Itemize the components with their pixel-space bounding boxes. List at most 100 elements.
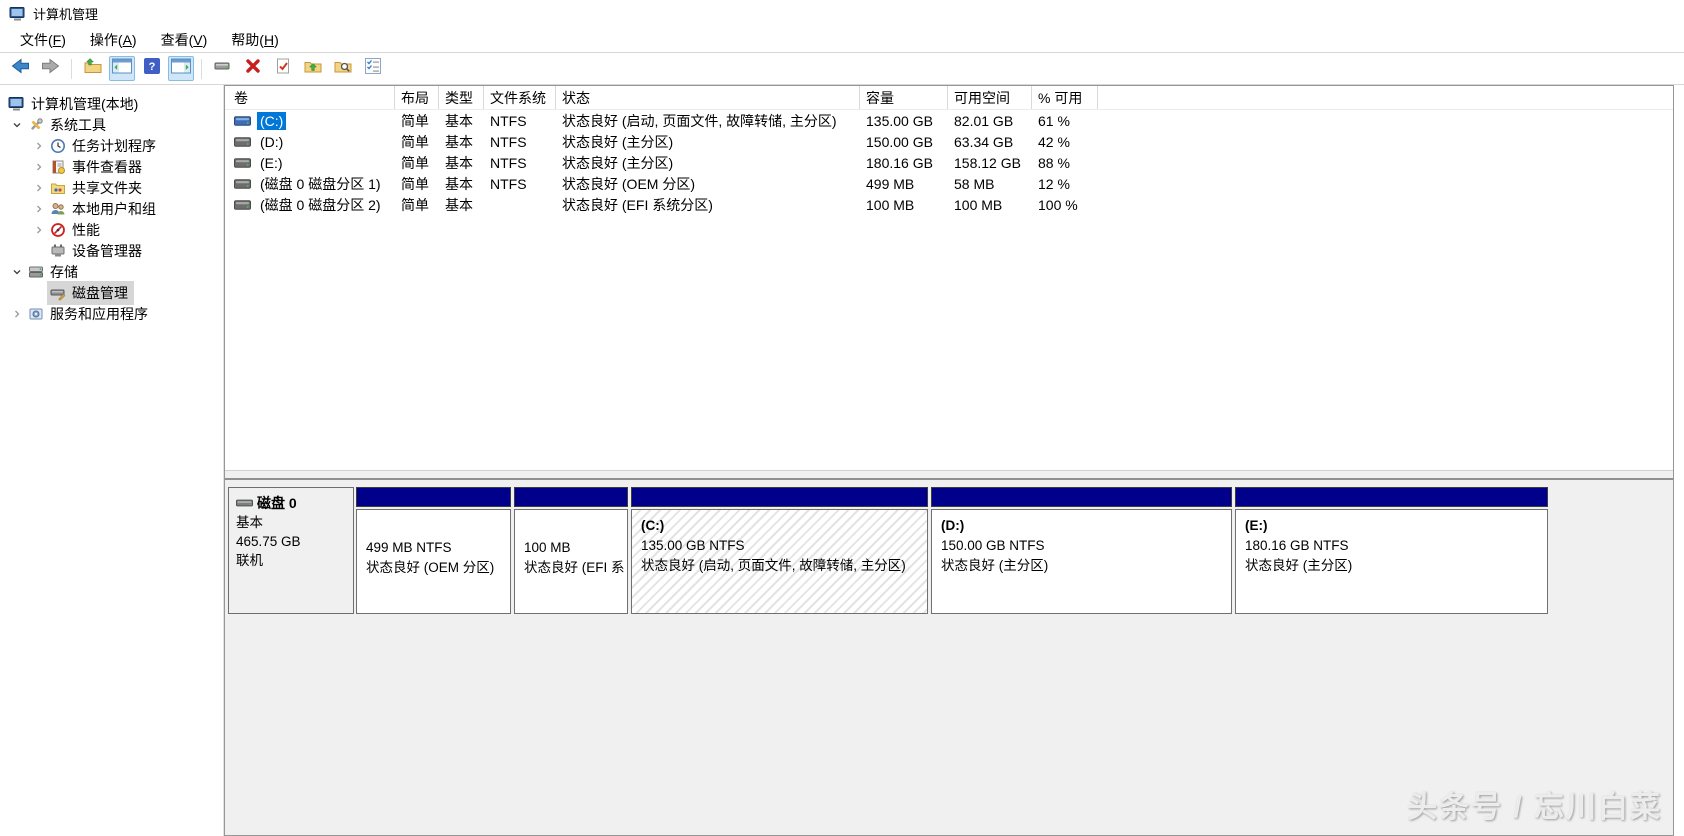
- column-header-type[interactable]: 类型: [439, 86, 484, 109]
- action-pane-toggle-button[interactable]: [168, 56, 194, 81]
- partition-size-line: 150.00 GB NTFS: [941, 538, 1045, 553]
- partition-block-d[interactable]: (D:) 150.00 GB NTFS 状态良好 (主分区): [931, 487, 1232, 614]
- sidebar-item-device-manager[interactable]: 设备管理器: [0, 240, 223, 261]
- disk-size: 465.75 GB: [236, 534, 301, 549]
- column-header-percent-free[interactable]: % 可用: [1032, 86, 1098, 109]
- pane-splitter[interactable]: [225, 470, 1673, 480]
- column-header-free-space[interactable]: 可用空间: [948, 86, 1032, 109]
- column-header-filler: [1098, 86, 1673, 109]
- check-document-button[interactable]: [269, 56, 296, 82]
- column-header-layout[interactable]: 布局: [395, 86, 439, 109]
- sidebar-item-local-users-groups[interactable]: 本地用户和组: [0, 198, 223, 219]
- sidebar-item-shared-folders[interactable]: 共享文件夹: [0, 177, 223, 198]
- partition-color-bar: [514, 487, 628, 507]
- volume-icon: [234, 197, 251, 213]
- chevron-down-icon[interactable]: [8, 117, 25, 133]
- sidebar-item-label: 设备管理器: [72, 242, 142, 259]
- delete-button[interactable]: [239, 56, 266, 82]
- performance-icon: [49, 222, 66, 238]
- volume-type: 基本: [445, 133, 473, 150]
- watermark: 头条号 / 忘川白菜: [1406, 791, 1662, 824]
- back-icon: [11, 58, 30, 79]
- sidebar-item-performance[interactable]: 性能: [0, 219, 223, 240]
- partition-status-line: 状态良好 (主分区): [941, 558, 1049, 573]
- device-manager-icon: [49, 243, 66, 259]
- toolbar-separator: [71, 58, 72, 79]
- volume-capacity: 499 MB: [866, 175, 915, 192]
- sidebar-item-computer-management[interactable]: 计算机管理(本地): [0, 93, 223, 114]
- volume-layout: 简单: [401, 112, 429, 129]
- disk-0-panel[interactable]: 磁盘 0 基本 465.75 GB 联机: [228, 487, 354, 614]
- toolbar: ?: [0, 53, 1684, 85]
- chevron-right-icon[interactable]: [30, 159, 47, 175]
- sidebar-item-label: 计算机管理(本地): [31, 95, 139, 112]
- column-header-capacity[interactable]: 容量: [860, 86, 948, 109]
- sidebar-item-storage[interactable]: 存储: [0, 261, 223, 282]
- task-scheduler-icon: [49, 138, 66, 154]
- column-header-status[interactable]: 状态: [556, 86, 860, 109]
- volume-free-space: 82.01 GB: [954, 112, 1014, 129]
- help-button[interactable]: ?: [138, 56, 165, 82]
- menu-action[interactable]: 操作(A): [78, 28, 149, 52]
- services-icon: [27, 306, 44, 322]
- volume-free-space: 100 MB: [954, 196, 1003, 213]
- volume-percent-free: 88 %: [1038, 154, 1070, 171]
- checklist-icon: [364, 58, 381, 79]
- volume-free-space: 63.34 GB: [954, 133, 1014, 150]
- disk-status: 联机: [236, 553, 263, 568]
- partition-block-oem[interactable]: 499 MB NTFS 状态良好 (OEM 分区): [356, 487, 511, 614]
- console-tree-toggle-button[interactable]: [109, 56, 135, 81]
- system-tools-icon: [27, 117, 44, 133]
- volume-row-d[interactable]: (D:) 简单 基本 NTFS 状态良好 (主分区) 150.00 GB 63.…: [225, 131, 1673, 152]
- menu-help[interactable]: 帮助(H): [219, 28, 290, 52]
- forward-button[interactable]: [37, 56, 64, 82]
- chevron-right-icon[interactable]: [30, 180, 47, 196]
- partition-status-line: 状态良好 (OEM 分区): [366, 560, 495, 575]
- chevron-right-icon[interactable]: [8, 306, 25, 322]
- volume-row-partition-1[interactable]: (磁盘 0 磁盘分区 1) 简单 基本 NTFS 状态良好 (OEM 分区) 4…: [225, 173, 1673, 194]
- volume-type: 基本: [445, 175, 473, 192]
- sidebar-item-system-tools[interactable]: 系统工具: [0, 114, 223, 135]
- chevron-right-icon[interactable]: [30, 138, 47, 154]
- partition-block-c[interactable]: (C:) 135.00 GB NTFS 状态良好 (启动, 页面文件, 故障转储…: [631, 487, 928, 614]
- column-header-volume[interactable]: 卷: [225, 86, 395, 109]
- folder-search-button[interactable]: [329, 56, 356, 82]
- partition-block-efi[interactable]: 100 MB 状态良好 (EFI 系: [514, 487, 628, 614]
- disk-icon: [236, 495, 253, 511]
- sidebar-item-disk-management[interactable]: 磁盘管理: [0, 280, 223, 305]
- volume-icon: [234, 113, 251, 129]
- volume-row-c[interactable]: (C:) 简单 基本 NTFS 状态良好 (启动, 页面文件, 故障转储, 主分…: [225, 110, 1673, 131]
- disk-tool-icon: [214, 58, 231, 79]
- chevron-right-icon[interactable]: [30, 222, 47, 238]
- volume-layout: 简单: [401, 196, 429, 213]
- volume-row-partition-2[interactable]: (磁盘 0 磁盘分区 2) 简单 基本 状态良好 (EFI 系统分区) 100 …: [225, 194, 1673, 215]
- folder-up-button[interactable]: [299, 56, 326, 82]
- menu-file[interactable]: 文件(F): [8, 28, 78, 52]
- volume-row-e[interactable]: (E:) 简单 基本 NTFS 状态良好 (主分区) 180.16 GB 158…: [225, 152, 1673, 173]
- volume-icon: [234, 176, 251, 192]
- volume-free-space: 158.12 GB: [954, 154, 1021, 171]
- volume-filesystem: NTFS: [490, 112, 527, 129]
- volume-capacity: 180.16 GB: [866, 154, 933, 171]
- checklist-button[interactable]: [359, 56, 386, 82]
- back-button[interactable]: [7, 56, 34, 82]
- event-viewer-icon: [49, 159, 66, 175]
- disk-tool-button[interactable]: [209, 56, 236, 82]
- sidebar-item-services-applications[interactable]: 服务和应用程序: [0, 303, 223, 324]
- column-header-filesystem[interactable]: 文件系统: [484, 86, 556, 109]
- partition-block-e[interactable]: (E:) 180.16 GB NTFS 状态良好 (主分区): [1235, 487, 1548, 614]
- chevron-right-icon[interactable]: [30, 201, 47, 217]
- sidebar-item-task-scheduler[interactable]: 任务计划程序: [0, 135, 223, 156]
- disk-management-panel: 卷 布局 类型 文件系统 状态 容量 可用空间 % 可用 (C:) 简单 基本 …: [224, 85, 1674, 836]
- sidebar-item-event-viewer[interactable]: 事件查看器: [0, 156, 223, 177]
- volume-layout: 简单: [401, 133, 429, 150]
- volume-status: 状态良好 (启动, 页面文件, 故障转储, 主分区): [562, 112, 837, 129]
- volume-status: 状态良好 (主分区): [562, 154, 674, 171]
- menu-view[interactable]: 查看(V): [149, 28, 220, 52]
- chevron-down-icon[interactable]: [8, 264, 25, 280]
- volume-name: (E:): [260, 154, 283, 171]
- volume-layout: 简单: [401, 154, 429, 171]
- export-list-button[interactable]: [79, 56, 106, 82]
- volume-percent-free: 100 %: [1038, 196, 1078, 213]
